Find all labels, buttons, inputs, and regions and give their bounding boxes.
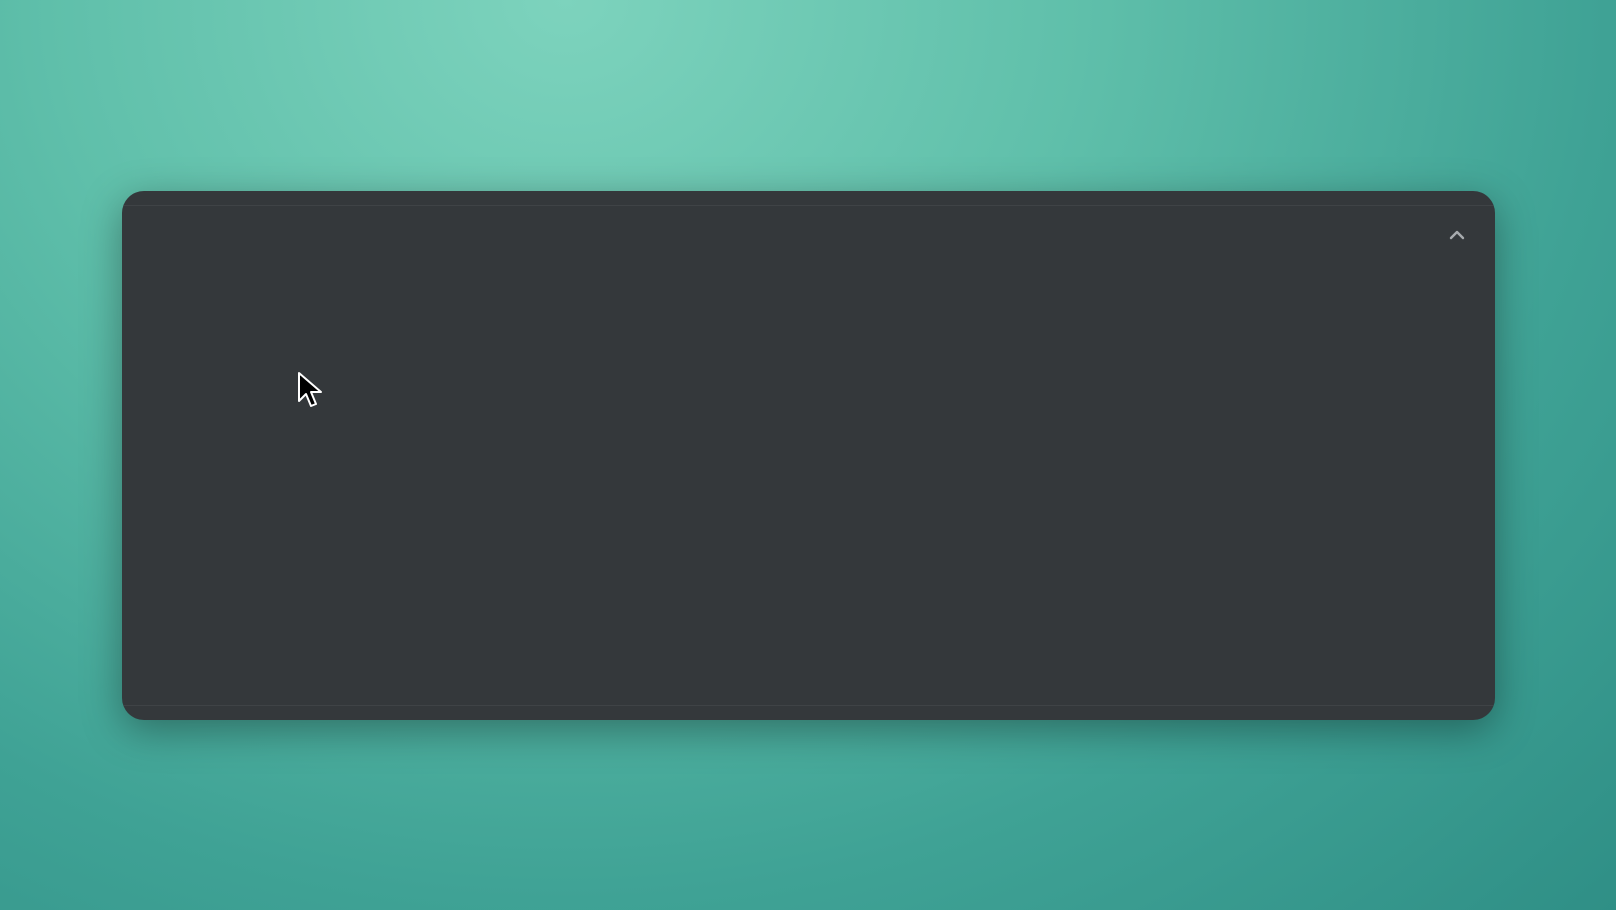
organic-traffic-chart: [122, 191, 1495, 720]
pointer-cursor-icon: [298, 372, 322, 407]
performance-panel: [122, 191, 1495, 720]
mouse-cursor: [297, 371, 325, 416]
